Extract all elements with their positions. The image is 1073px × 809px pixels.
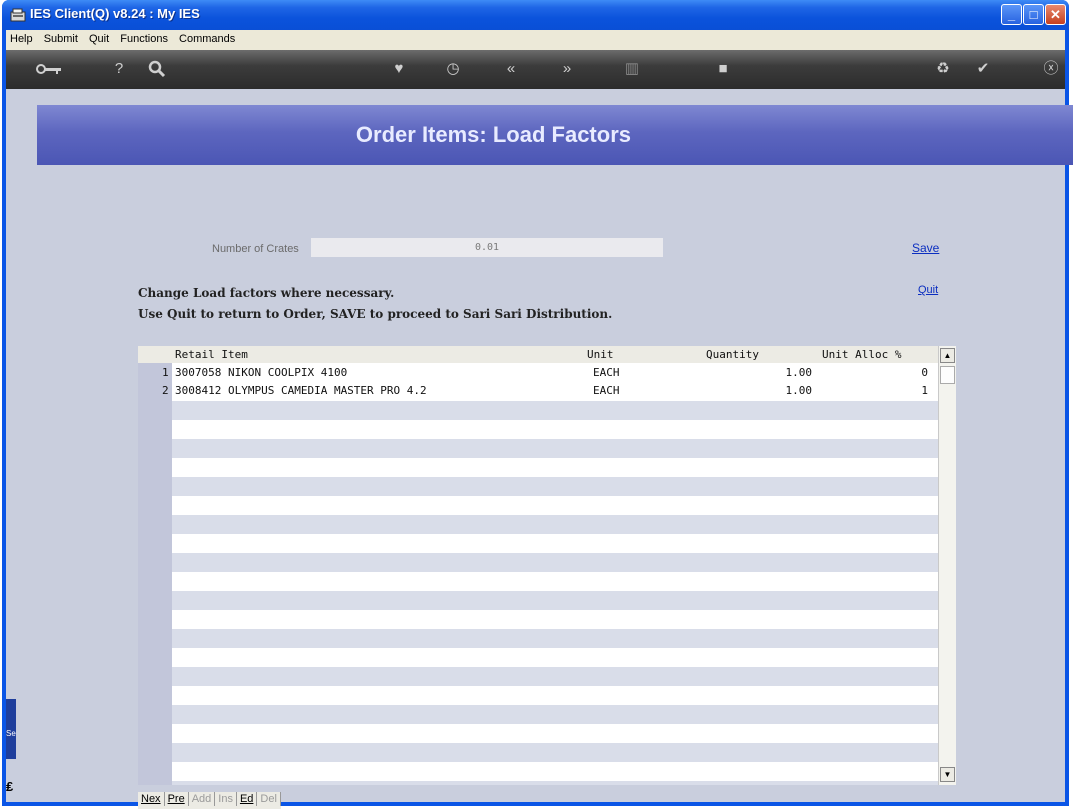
cell-unit[interactable]: EACH <box>593 384 620 397</box>
window-icon[interactable]: ■ <box>712 58 734 80</box>
menu-commands[interactable]: Commands <box>175 30 239 45</box>
crates-label: Number of Crates <box>212 243 299 255</box>
main-panel: Order Items: Load Factors Number of Crat… <box>6 89 1073 809</box>
col-retail-item[interactable]: Retail Item <box>175 348 248 361</box>
cell-item[interactable]: 3007058 NIKON COOLPIX 4100 <box>175 366 347 379</box>
check-icon[interactable]: ✔ <box>972 58 994 80</box>
col-unit[interactable]: Unit <box>587 348 614 361</box>
arrow-down-icon: ▼ <box>943 770 952 779</box>
table-scrollbar[interactable]: ▲ ▼ <box>938 346 956 785</box>
heart-icon[interactable]: ♥ <box>388 58 410 80</box>
table-row[interactable] <box>172 705 939 724</box>
cell-alloc[interactable]: 0 <box>838 366 928 379</box>
record-nav: Nex Pre Add Ins Ed Del <box>138 792 281 809</box>
clock-icon[interactable]: ◷ <box>442 58 464 80</box>
menu-functions[interactable]: Functions <box>116 30 172 45</box>
items-table: Retail Item Unit Quantity Unit Alloc % 1… <box>138 346 939 785</box>
save-link[interactable]: Save <box>912 241 939 255</box>
maximize-icon: □ <box>1029 7 1038 22</box>
title-bar[interactable]: IES Client(Q) v8.24 : My IES _ □ ✕ <box>2 0 1069 30</box>
exit-icon[interactable]: ⓧ <box>1040 58 1062 80</box>
document-icon[interactable]: ₤ <box>6 779 18 797</box>
edit-button[interactable]: Ed <box>237 792 258 806</box>
close-window-button[interactable]: ✕ <box>1045 4 1066 25</box>
maximize-button[interactable]: □ <box>1023 4 1044 25</box>
key-icon[interactable] <box>34 58 64 80</box>
search-icon[interactable] <box>146 58 168 80</box>
window-title: IES Client(Q) v8.24 : My IES <box>30 6 200 21</box>
arrow-up-icon: ▲ <box>943 351 952 360</box>
scroll-down-button[interactable]: ▼ <box>940 767 955 782</box>
table-row[interactable] <box>172 743 939 762</box>
recycle-icon[interactable]: ♻ <box>932 58 954 80</box>
menu-help[interactable]: Help <box>6 30 37 45</box>
scroll-up-button[interactable]: ▲ <box>940 348 955 363</box>
quit-link[interactable]: Quit <box>918 284 938 296</box>
cell-quantity[interactable]: 1.00 <box>750 384 813 397</box>
session-tab[interactable]: Ses <box>6 699 16 759</box>
table-row[interactable] <box>172 401 939 420</box>
insert-button[interactable]: Ins <box>215 792 237 806</box>
row-number: 1 <box>162 366 169 379</box>
page-title: Order Items: Load Factors <box>355 122 631 147</box>
session-tab-label: Ses <box>6 729 16 738</box>
table-row[interactable] <box>172 515 939 534</box>
instruction-line-2: Use Quit to return to Order, SAVE to pro… <box>138 307 613 321</box>
app-icon <box>10 8 26 22</box>
close-icon: ✕ <box>1050 7 1061 22</box>
cell-quantity[interactable]: 1.00 <box>750 366 813 379</box>
trash-icon[interactable]: ▥ <box>621 58 643 80</box>
crates-field[interactable]: 0.01 <box>311 238 663 257</box>
table-header: Retail Item Unit Quantity Unit Alloc % <box>138 346 939 363</box>
table-row[interactable] <box>172 439 939 458</box>
table-row[interactable] <box>172 553 939 572</box>
menu-bar: Help Submit Quit Functions Commands <box>6 30 1065 50</box>
toolbar: ? ♥ ◷ « » ▥ ■ ♻ ✔ ⓧ <box>6 50 1065 89</box>
add-button[interactable]: Add <box>189 792 216 806</box>
table-row[interactable] <box>172 591 939 610</box>
row-number: 2 <box>162 384 169 397</box>
table-row[interactable] <box>172 629 939 648</box>
rewind-icon[interactable]: « <box>500 58 522 80</box>
table-row[interactable] <box>172 477 939 496</box>
table-row[interactable] <box>172 781 939 785</box>
help-icon[interactable]: ? <box>108 58 130 80</box>
instruction-line-1: Change Load factors where necessary. <box>138 286 395 300</box>
minimize-button[interactable]: _ <box>1001 4 1022 25</box>
prev-button[interactable]: Pre <box>165 792 189 806</box>
next-button[interactable]: Nex <box>138 792 165 806</box>
minimize-icon: _ <box>1007 7 1016 22</box>
table-row[interactable] <box>172 667 939 686</box>
cell-alloc[interactable]: 1 <box>838 384 928 397</box>
col-unit-alloc[interactable]: Unit Alloc % <box>822 348 901 361</box>
page-header: Order Items: Load Factors <box>37 105 1073 165</box>
app-window: IES Client(Q) v8.24 : My IES _ □ ✕ Help … <box>2 0 1073 809</box>
cell-item[interactable]: 3008412 OLYMPUS CAMEDIA MASTER PRO 4.2 <box>175 384 427 397</box>
cell-unit[interactable]: EACH <box>593 366 620 379</box>
col-quantity[interactable]: Quantity <box>706 348 759 361</box>
delete-button[interactable]: Del <box>257 792 281 806</box>
menu-submit[interactable]: Submit <box>40 30 82 45</box>
row-number-column <box>138 346 172 785</box>
client-area: Help Submit Quit Functions Commands ? ♥ … <box>6 30 1073 809</box>
menu-quit[interactable]: Quit <box>85 30 113 45</box>
scroll-thumb[interactable] <box>940 366 955 384</box>
forward-icon[interactable]: » <box>556 58 578 80</box>
